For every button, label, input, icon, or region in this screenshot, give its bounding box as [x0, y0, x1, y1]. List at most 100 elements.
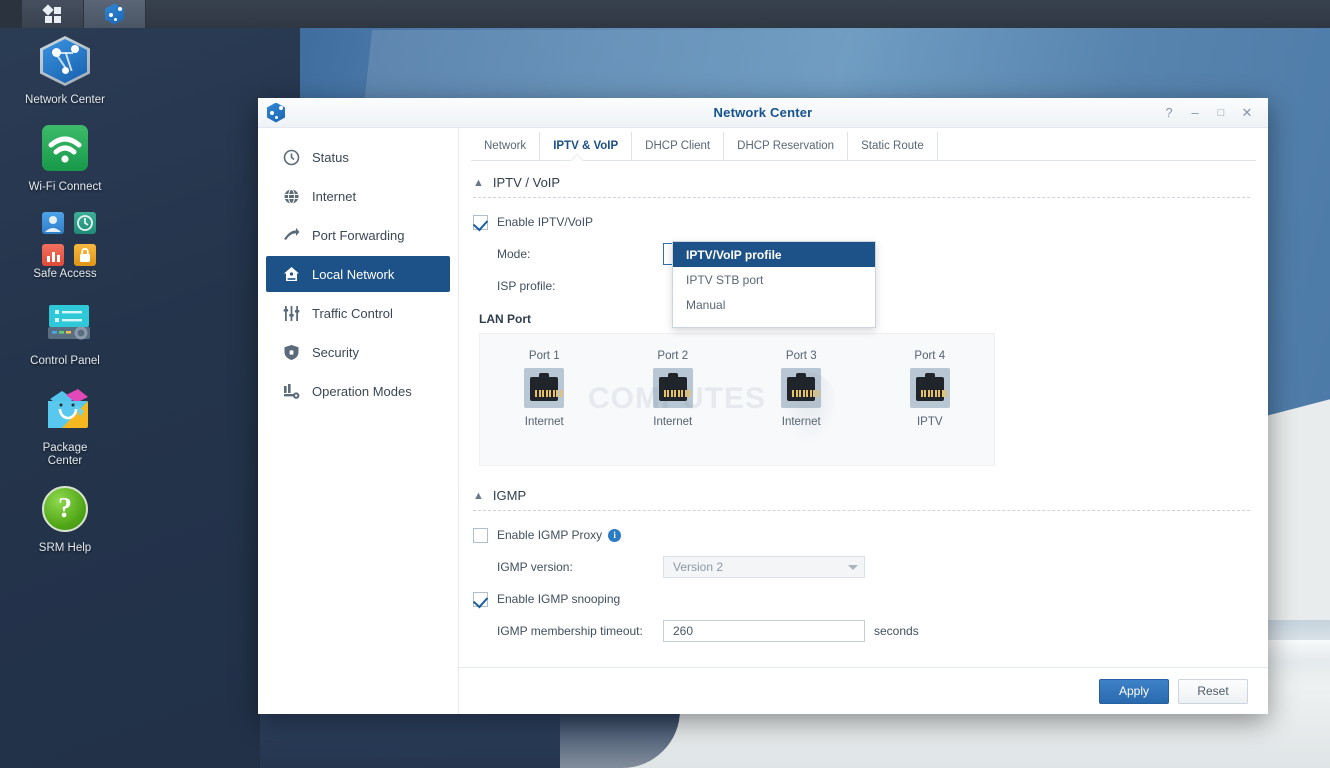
taskbar-network-center-button[interactable] — [84, 0, 146, 28]
chevron-up-icon: ▲ — [473, 489, 484, 502]
chevron-down-icon — [848, 564, 858, 570]
sidebar-item-port-forwarding[interactable]: Port Forwarding — [266, 217, 450, 253]
window-footer: Apply Reset — [459, 667, 1268, 714]
desktop-icon-label: SRM Help — [38, 542, 92, 554]
mode-option-manual[interactable]: Manual — [673, 292, 875, 317]
sidebar-item-label: Security — [312, 344, 359, 360]
reset-button[interactable]: Reset — [1178, 678, 1248, 704]
sidebar-item-label: Status — [312, 149, 349, 165]
mode-dropdown-list[interactable]: IPTV/VoIP profile IPTV STB port Manual — [672, 241, 876, 328]
home-icon — [283, 266, 300, 283]
apply-button[interactable]: Apply — [1099, 678, 1169, 704]
desktop-wallpaper-desk — [260, 710, 680, 768]
package-center-label-line1: Package — [42, 442, 88, 454]
network-center-icon — [38, 34, 92, 88]
sidebar-item-operation-modes[interactable]: Operation Modes — [266, 373, 450, 409]
desktop-icon-safe-access[interactable]: Safe Access — [5, 208, 125, 281]
port-name: Port 3 — [785, 350, 817, 362]
port-state: Internet — [781, 416, 821, 428]
safe-access-icon — [42, 212, 96, 266]
close-button[interactable]: ✕ — [1234, 100, 1260, 126]
enable-iptv-label: Enable IPTV/VoIP — [497, 215, 594, 229]
iptv-section-header[interactable]: ▲ IPTV / VoIP — [473, 175, 1250, 190]
sidebar-item-label: Local Network — [312, 266, 395, 282]
lan-port-2[interactable]: Port 2 Internet — [609, 350, 738, 428]
sidebar-item-security[interactable]: Security — [266, 334, 450, 370]
igmp-version-select[interactable]: Version 2 — [663, 556, 865, 578]
sidebar-item-traffic-control[interactable]: Traffic Control — [266, 295, 450, 331]
port-name: Port 2 — [657, 350, 689, 362]
tiles-icon — [42, 3, 61, 23]
window-title: Network Center — [713, 105, 813, 120]
shield-icon — [283, 344, 300, 361]
igmp-timeout-row: IGMP membership timeout: 260 seconds — [473, 618, 1250, 644]
taskbar-empty-area — [146, 0, 1330, 28]
igmp-snooping-row: Enable IGMP snooping — [473, 586, 1250, 612]
section-divider — [473, 510, 1250, 511]
port-state: Internet — [653, 416, 693, 428]
enable-igmp-proxy-checkbox[interactable] — [473, 527, 488, 543]
taskbar-left-edge — [0, 0, 22, 28]
isp-profile-label: ISP profile: — [497, 279, 556, 293]
lan-port-3[interactable]: Port 3 Internet — [737, 350, 866, 428]
mode-option-iptv-voip-profile[interactable]: IPTV/VoIP profile — [673, 242, 875, 267]
igmp-section-header[interactable]: ▲ IGMP — [473, 488, 1250, 503]
igmp-version-row: IGMP version: Version 2 — [473, 554, 1250, 580]
sidebar-item-status[interactable]: Status — [266, 139, 450, 175]
sliders-icon — [283, 305, 300, 322]
form-area: ▲ IPTV / VoIP Enable IPTV/VoIP Mode: IPT… — [459, 161, 1268, 667]
igmp-section-title: IGMP — [492, 488, 527, 503]
ethernet-jack-icon — [652, 368, 693, 408]
tab-label: Static Route — [861, 140, 924, 152]
desktop-icon-srm-help[interactable]: ? SRM Help — [5, 482, 125, 555]
desktop-icon-label: Control Panel — [30, 355, 100, 367]
desktop-icon-network-center[interactable]: Network Center — [5, 34, 125, 107]
igmp-version-value: Version 2 — [673, 560, 724, 574]
desktop-icon-label: Wi-Fi Connect — [28, 181, 102, 193]
content-pane: Network IPTV & VoIP DHCP Client DHCP Res… — [459, 128, 1268, 714]
package-center-icon — [41, 385, 95, 439]
help-button[interactable]: ? — [1156, 100, 1182, 126]
desktop-icon-wifi-connect[interactable]: Wi-Fi Connect — [5, 121, 125, 194]
desktop-icon-control-panel[interactable]: Control Panel — [5, 295, 125, 368]
ethernet-jack-icon — [909, 368, 950, 408]
arrow-icon — [283, 227, 300, 244]
mode-option-iptv-stb-port[interactable]: IPTV STB port — [673, 267, 875, 292]
taskbar — [0, 0, 1330, 28]
ethernet-jack-icon — [781, 368, 822, 408]
enable-igmp-proxy-label: Enable IGMP Proxy — [497, 528, 603, 542]
window-titlebar[interactable]: Network Center ? – □ ✕ — [258, 98, 1268, 128]
desktop-icon-package-center[interactable]: Package Center — [5, 382, 125, 468]
network-center-icon — [105, 3, 124, 25]
sidebar-item-internet[interactable]: Internet — [266, 178, 450, 214]
tab-dhcp-client[interactable]: DHCP Client — [632, 132, 725, 160]
lan-port-1[interactable]: Port 1 Internet — [480, 350, 609, 428]
tab-static-route[interactable]: Static Route — [848, 132, 938, 160]
sidebar: Status Internet Port Forwarding Local Ne… — [258, 128, 459, 714]
globe-icon — [283, 188, 300, 205]
info-icon[interactable]: i — [608, 528, 622, 542]
tab-iptv-voip[interactable]: IPTV & VoIP — [540, 132, 633, 160]
sidebar-item-label: Internet — [312, 188, 357, 204]
maximize-button[interactable]: □ — [1208, 100, 1234, 126]
enable-iptv-checkbox[interactable] — [473, 214, 488, 230]
tab-dhcp-reservation[interactable]: DHCP Reservation — [724, 132, 849, 160]
sidebar-item-local-network[interactable]: Local Network — [266, 256, 450, 292]
package-center-label-line2: Center — [47, 455, 83, 467]
igmp-timeout-input[interactable]: 260 — [663, 620, 865, 642]
minimize-button[interactable]: – — [1182, 100, 1208, 126]
port-name: Port 1 — [528, 350, 560, 362]
igmp-timeout-value: 260 — [673, 624, 694, 638]
tab-label: IPTV & VoIP — [553, 140, 619, 152]
port-name: Port 4 — [914, 350, 946, 362]
lan-port-4[interactable]: Port 4 IPTV — [866, 350, 995, 428]
sidebar-item-label: Port Forwarding — [312, 227, 405, 243]
operation-modes-icon — [283, 383, 300, 400]
enable-igmp-snooping-label: Enable IGMP snooping — [497, 592, 621, 606]
taskbar-main-menu-button[interactable] — [22, 0, 84, 28]
tab-label: DHCP Client — [645, 140, 711, 152]
srm-help-icon: ? — [38, 482, 92, 536]
tab-label: Network — [484, 140, 527, 152]
tab-network[interactable]: Network — [471, 132, 541, 160]
enable-igmp-snooping-checkbox[interactable] — [473, 591, 488, 607]
